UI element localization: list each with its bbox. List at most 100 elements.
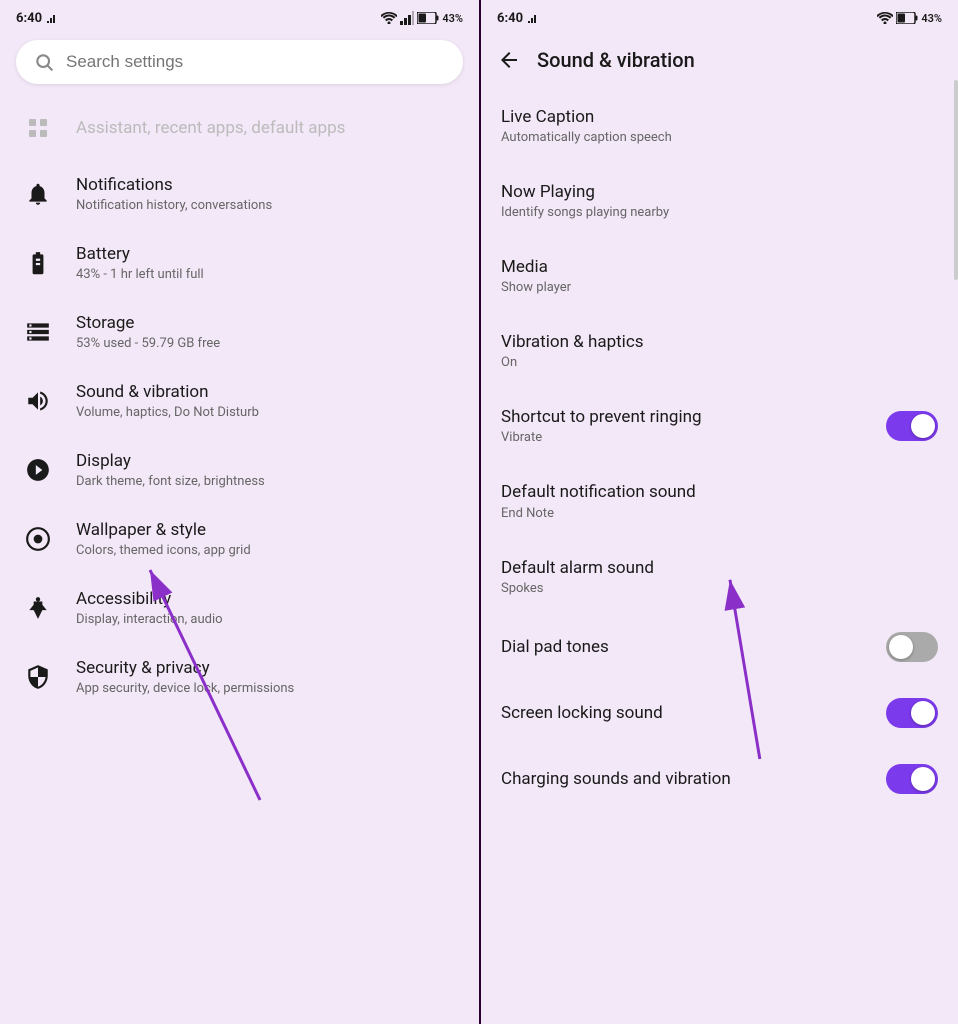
now-playing-title: Now Playing — [501, 181, 938, 203]
faded-item-title: Assistant, recent apps, default apps — [76, 117, 459, 139]
sound-settings-icon — [20, 383, 56, 419]
storage-settings-icon — [20, 314, 56, 350]
charging-sounds-toggle[interactable] — [886, 764, 938, 794]
right-item-vibration[interactable]: Vibration & haptics On — [481, 313, 958, 388]
notifications-subtitle: Notification history, conversations — [76, 198, 459, 215]
right-item-default-alarm[interactable]: Default alarm sound Spokes — [481, 539, 958, 614]
right-item-screen-locking[interactable]: Screen locking sound — [481, 680, 958, 746]
default-notification-title: Default notification sound — [501, 481, 938, 503]
vibration-subtitle: On — [501, 355, 938, 370]
battery-icon-status-left — [417, 12, 439, 24]
wifi-icon-right — [877, 12, 893, 24]
settings-item-faded[interactable]: Assistant, recent apps, default apps — [4, 96, 475, 160]
live-caption-subtitle: Automatically caption speech — [501, 130, 938, 145]
accessibility-title: Accessibility — [76, 588, 459, 610]
battery-pct-left: 43% — [442, 12, 463, 25]
status-left: 6:40 — [16, 11, 60, 26]
right-item-now-playing[interactable]: Now Playing Identify songs playing nearb… — [481, 163, 958, 238]
notifications-text: Notifications Notification history, conv… — [76, 174, 459, 215]
right-item-default-notification[interactable]: Default notification sound End Note — [481, 463, 958, 538]
bell-icon — [20, 176, 56, 212]
battery-settings-icon — [20, 245, 56, 281]
wifi-icon-left — [381, 12, 397, 24]
media-title: Media — [501, 256, 938, 278]
vibration-title: Vibration & haptics — [501, 331, 938, 353]
status-right-right: 43% — [877, 12, 942, 25]
time-right: 6:40 — [497, 11, 523, 26]
page-title: Sound & vibration — [537, 48, 695, 72]
right-item-dial-pad[interactable]: Dial pad tones — [481, 614, 958, 680]
accessibility-settings-icon — [20, 590, 56, 626]
faded-item-text: Assistant, recent apps, default apps — [76, 117, 459, 139]
wallpaper-subtitle: Colors, themed icons, app grid — [76, 543, 459, 560]
wallpaper-text: Wallpaper & style Colors, themed icons, … — [76, 519, 459, 560]
right-item-media[interactable]: Media Show player — [481, 238, 958, 313]
live-caption-title: Live Caption — [501, 106, 938, 128]
default-notification-subtitle: End Note — [501, 506, 938, 521]
time-left: 6:40 — [16, 11, 42, 26]
settings-item-storage[interactable]: Storage 53% used - 59.79 GB free — [4, 298, 475, 367]
display-title: Display — [76, 450, 459, 472]
dial-pad-title: Dial pad tones — [501, 636, 886, 658]
settings-item-battery[interactable]: Battery 43% - 1 hr left until full — [4, 229, 475, 298]
wallpaper-settings-icon — [20, 521, 56, 557]
settings-item-wallpaper[interactable]: Wallpaper & style Colors, themed icons, … — [4, 505, 475, 574]
screen-locking-title: Screen locking sound — [501, 702, 886, 724]
now-playing-subtitle: Identify songs playing nearby — [501, 205, 938, 220]
search-icon — [34, 52, 54, 72]
display-settings-icon — [20, 452, 56, 488]
sound-text: Sound & vibration Volume, haptics, Do No… — [76, 381, 459, 422]
storage-subtitle: 53% used - 59.79 GB free — [76, 336, 459, 353]
security-settings-icon — [20, 659, 56, 695]
settings-item-security[interactable]: Security & privacy App security, device … — [4, 643, 475, 712]
shortcut-ringing-toggle[interactable] — [886, 411, 938, 441]
default-alarm-subtitle: Spokes — [501, 581, 938, 596]
battery-subtitle: 43% - 1 hr left until full — [76, 267, 459, 284]
display-text: Display Dark theme, font size, brightnes… — [76, 450, 459, 491]
sound-title: Sound & vibration — [76, 381, 459, 403]
right-settings-list: Live Caption Automatically caption speec… — [481, 88, 958, 1024]
wallpaper-title: Wallpaper & style — [76, 519, 459, 541]
battery-title: Battery — [76, 243, 459, 265]
default-alarm-title: Default alarm sound — [501, 557, 938, 579]
grid-icon — [20, 110, 56, 146]
shortcut-ringing-title: Shortcut to prevent ringing — [501, 406, 886, 428]
signal-icon-right — [527, 11, 541, 25]
status-right-left: 43% — [381, 11, 463, 25]
settings-item-display[interactable]: Display Dark theme, font size, brightnes… — [4, 436, 475, 505]
accessibility-subtitle: Display, interaction, audio — [76, 612, 459, 629]
battery-text: Battery 43% - 1 hr left until full — [76, 243, 459, 284]
security-text: Security & privacy App security, device … — [76, 657, 459, 698]
settings-item-accessibility[interactable]: Accessibility Display, interaction, audi… — [4, 574, 475, 643]
storage-text: Storage 53% used - 59.79 GB free — [76, 312, 459, 353]
back-button[interactable] — [497, 48, 521, 72]
page-header: Sound & vibration — [481, 32, 958, 88]
sound-subtitle: Volume, haptics, Do Not Disturb — [76, 405, 459, 422]
settings-list: Assistant, recent apps, default apps Not… — [0, 96, 479, 1024]
security-subtitle: App security, device lock, permissions — [76, 681, 459, 698]
search-bar[interactable] — [16, 40, 463, 84]
status-bar-left: 6:40 43% — [0, 0, 479, 32]
storage-title: Storage — [76, 312, 459, 334]
security-title: Security & privacy — [76, 657, 459, 679]
status-left-right: 6:40 — [497, 11, 541, 26]
settings-item-notifications[interactable]: Notifications Notification history, conv… — [4, 160, 475, 229]
right-item-charging-sounds[interactable]: Charging sounds and vibration — [481, 746, 958, 812]
battery-icon-status-right — [896, 12, 918, 24]
scrollbar-indicator — [954, 80, 958, 280]
right-item-shortcut-ringing[interactable]: Shortcut to prevent ringing Vibrate — [481, 388, 958, 463]
accessibility-text: Accessibility Display, interaction, audi… — [76, 588, 459, 629]
settings-item-sound[interactable]: Sound & vibration Volume, haptics, Do No… — [4, 367, 475, 436]
left-panel: 6:40 43% Assistant, recent apps, default… — [0, 0, 479, 1024]
display-subtitle: Dark theme, font size, brightness — [76, 474, 459, 491]
battery-pct-right: 43% — [921, 12, 942, 25]
dial-pad-toggle[interactable] — [886, 632, 938, 662]
right-item-live-caption[interactable]: Live Caption Automatically caption speec… — [481, 88, 958, 163]
right-panel: 6:40 43% Sound & vibration Live Caption … — [479, 0, 958, 1024]
media-subtitle: Show player — [501, 280, 938, 295]
charging-sounds-title: Charging sounds and vibration — [501, 768, 886, 790]
search-input[interactable] — [66, 52, 445, 72]
signal-icon-left — [46, 11, 60, 25]
status-bar-right: 6:40 43% — [481, 0, 958, 32]
screen-locking-toggle[interactable] — [886, 698, 938, 728]
